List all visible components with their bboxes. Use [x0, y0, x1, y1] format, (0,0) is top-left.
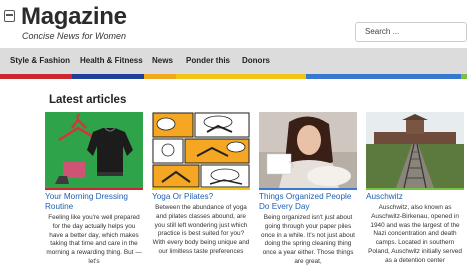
main-navigation: Style & Fashion Health & Fitness News Po…	[0, 48, 467, 74]
comic-yoga-illustration	[152, 112, 250, 188]
nav-item-news[interactable]: News	[152, 48, 173, 74]
section-title: Latest articles	[49, 94, 127, 106]
color-bar-donors	[306, 74, 461, 79]
article-category-bar	[45, 188, 143, 190]
article-excerpt: Feeling like you're well prepared for th…	[46, 214, 142, 265]
article-image[interactable]	[259, 112, 357, 188]
article-excerpt: Between the abundance of yoga and pilate…	[152, 204, 250, 255]
article-title[interactable]: Your Morning Dressing Routine	[45, 192, 143, 212]
nav-item-ponder-this[interactable]: Ponder this	[186, 48, 230, 74]
nav-item-health-fitness[interactable]: Health & Fitness	[80, 48, 143, 74]
article-title[interactable]: Yoga Or Pilates?	[152, 192, 250, 202]
article-image[interactable]	[152, 112, 250, 188]
article-title[interactable]: Things Organized People Do Every Day	[259, 192, 357, 212]
site-tagline: Concise News for Women	[22, 31, 127, 41]
site-header: Magazine Concise News for Women Search .…	[0, 0, 467, 48]
color-bar-style	[0, 74, 72, 79]
article-category-bar	[259, 188, 357, 190]
article-image[interactable]	[366, 112, 464, 188]
article-image[interactable]	[45, 112, 143, 188]
color-bar-extra	[461, 74, 467, 79]
site-title[interactable]: Magazine	[21, 3, 127, 31]
article-category-bar	[366, 188, 464, 190]
clothes-hanger-illustration	[45, 112, 143, 188]
article-title[interactable]: Auschwitz	[366, 192, 464, 202]
article-excerpt: Auschwitz, also known as Auschwitz-Birke…	[368, 204, 462, 264]
nav-item-style-fashion[interactable]: Style & Fashion	[10, 48, 70, 74]
search-input[interactable]: Search ...	[355, 22, 467, 42]
article-excerpt: Being organized isn't just about going t…	[261, 214, 355, 265]
railway-tracks-photo	[366, 112, 464, 188]
color-bar-news	[144, 74, 176, 79]
color-bar-health	[72, 74, 144, 79]
menu-toggle-icon[interactable]	[4, 10, 15, 22]
nav-item-donors[interactable]: Donors	[242, 48, 270, 74]
woman-with-coffee-photo	[259, 112, 357, 188]
article-category-bar	[152, 188, 250, 190]
color-bar-ponder	[176, 74, 306, 79]
